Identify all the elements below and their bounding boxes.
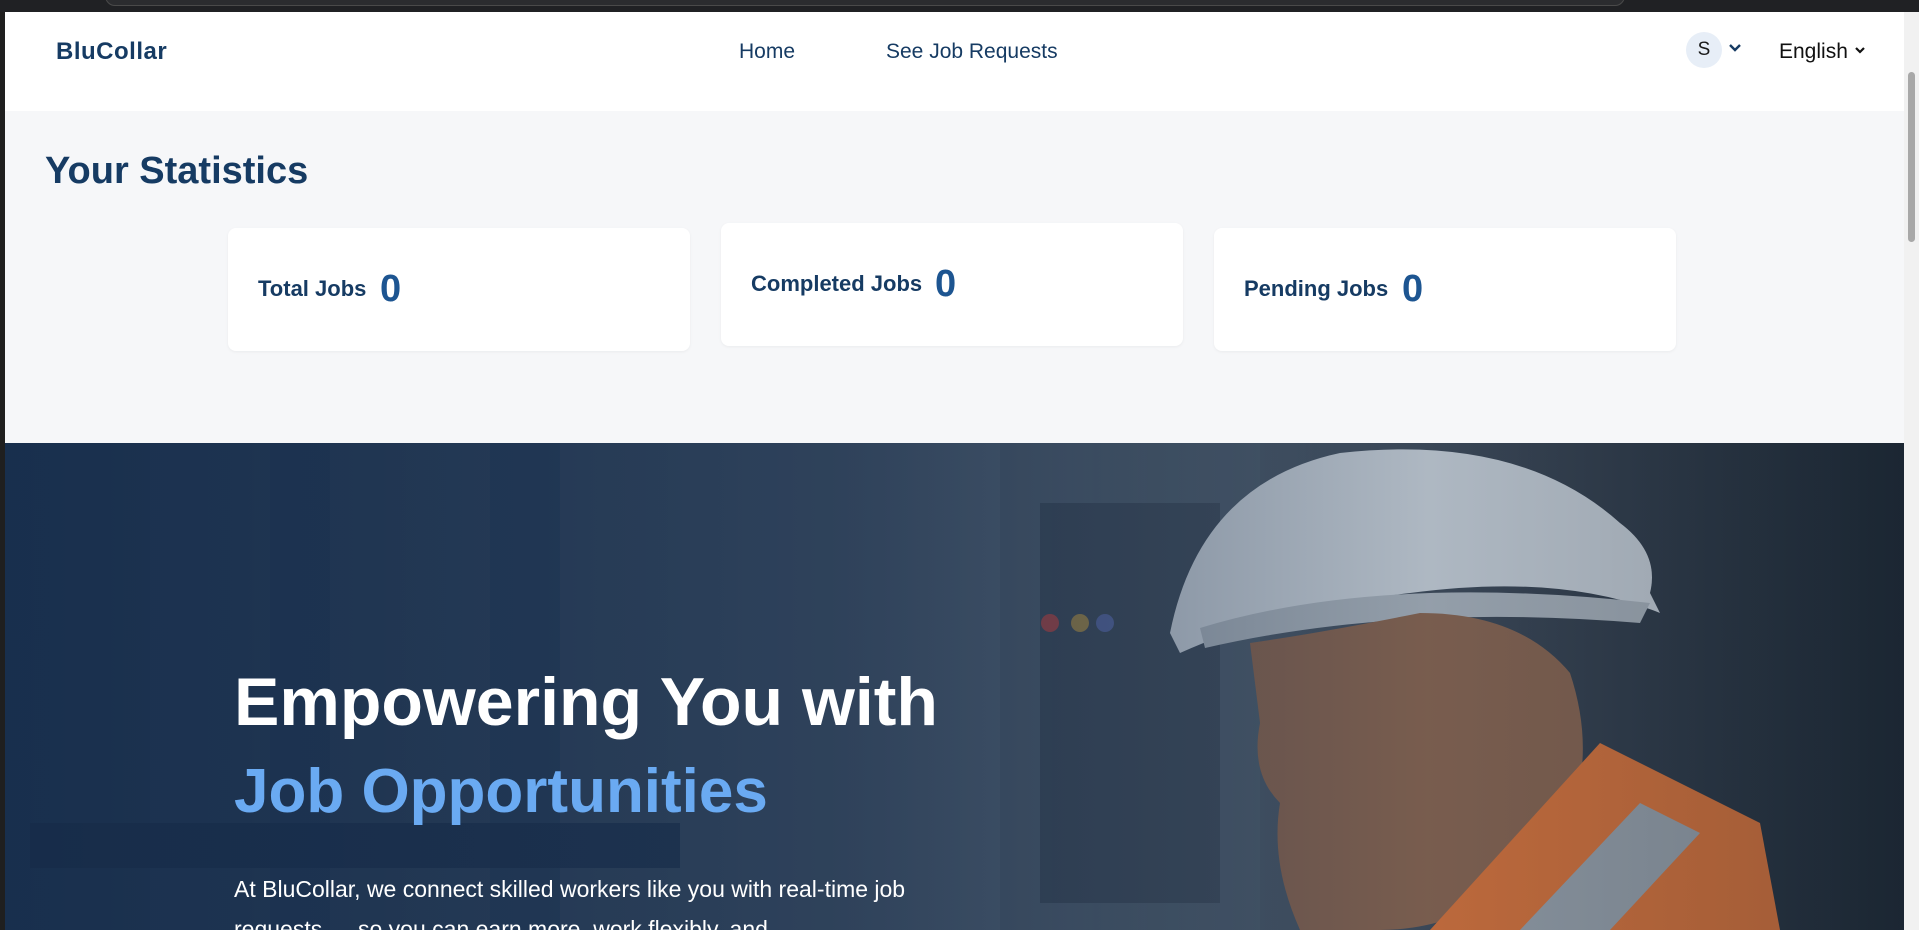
hero-section: Empowering You with Job Opportunities At… <box>5 443 1904 930</box>
scrollbar-thumb[interactable] <box>1908 72 1915 242</box>
stat-value: 0 <box>935 263 957 305</box>
hero-description: At BluCollar, we connect skilled workers… <box>234 876 906 930</box>
stat-card-completed-jobs: Completed Jobs 0 <box>721 223 1183 346</box>
page-viewport: BluCollar Home See Job Requests S Englis… <box>5 12 1919 930</box>
page-scrollbar[interactable] <box>1904 12 1919 930</box>
user-avatar[interactable]: S <box>1686 32 1722 68</box>
hero-heading-highlight: Job Opportunities <box>234 757 768 826</box>
brand-logo[interactable]: BluCollar <box>56 38 167 66</box>
stat-value: 0 <box>380 268 402 310</box>
nav-home-link[interactable]: Home <box>739 40 795 64</box>
stat-card-pending-jobs: Pending Jobs 0 <box>1214 228 1676 351</box>
chevron-down-icon[interactable] <box>1728 41 1742 59</box>
statistics-title: Your Statistics <box>45 150 309 192</box>
nav-job-requests-link[interactable]: See Job Requests <box>886 40 1058 64</box>
browser-chrome <box>0 0 1919 12</box>
language-selector[interactable]: English <box>1779 40 1848 64</box>
stat-label: Pending Jobs <box>1244 276 1389 301</box>
stat-value: 0 <box>1402 268 1424 310</box>
stat-card-total-jobs: Total Jobs 0 <box>228 228 690 351</box>
stat-label: Total Jobs <box>258 276 367 301</box>
top-navbar: BluCollar Home See Job Requests S Englis… <box>5 12 1904 111</box>
hero-heading: Empowering You with <box>234 664 938 740</box>
address-bar-edge <box>105 0 1625 6</box>
chevron-down-icon[interactable] <box>1854 44 1866 59</box>
stat-label: Completed Jobs <box>751 271 923 296</box>
